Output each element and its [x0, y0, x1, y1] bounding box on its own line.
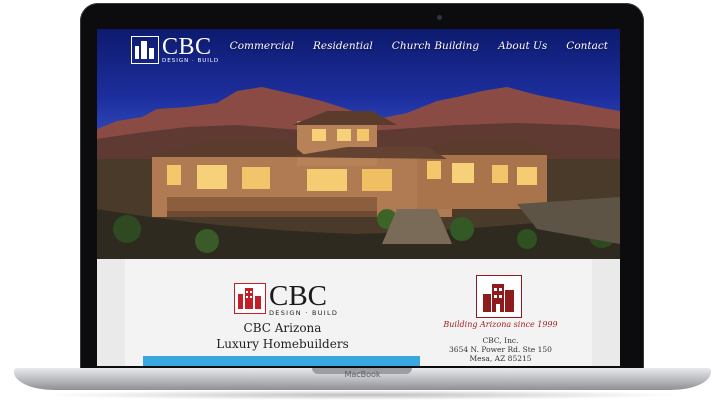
logo-text: CBC	[162, 34, 212, 60]
main-nav: Commercial Residential Church Building A…	[230, 40, 608, 52]
laptop-screen: CBC DESIGN · BUILD Commercial Residentia…	[97, 29, 620, 366]
blue-accent-bar	[143, 356, 420, 366]
building-logo-icon	[131, 36, 159, 64]
building-badge-icon	[476, 275, 522, 318]
macbook-label: MacBook	[344, 370, 381, 379]
building-logo-icon	[234, 283, 266, 314]
nav-church-building[interactable]: Church Building	[392, 40, 479, 52]
nav-about-us[interactable]: About Us	[498, 40, 547, 52]
nav-residential[interactable]: Residential	[313, 40, 373, 52]
laptop-shadow	[40, 390, 685, 400]
content-logo-tagline: DESIGN · BUILD	[269, 309, 339, 317]
address-city: Mesa, AZ 85215	[469, 354, 532, 363]
hero-banner: CBC DESIGN · BUILD Commercial Residentia…	[97, 29, 620, 259]
content-panel: CBC DESIGN · BUILD CBC Arizona Luxury Ho…	[125, 259, 592, 366]
badge-tagline: Building Arizona since 1999	[443, 320, 558, 329]
camera-icon	[437, 15, 442, 20]
nav-contact[interactable]: Contact	[566, 40, 608, 52]
content-logo: CBC DESIGN · BUILD	[234, 280, 339, 317]
address-street: 3654 N. Power Rd. Ste 150	[449, 345, 552, 354]
heading-line-1: CBC Arizona	[243, 321, 322, 335]
site-logo[interactable]: CBC DESIGN · BUILD	[131, 34, 220, 66]
heading-line-2: Luxury Homebuilders	[216, 337, 349, 351]
logo-tagline: DESIGN · BUILD	[162, 58, 220, 64]
nav-commercial[interactable]: Commercial	[230, 40, 294, 52]
content-logo-text: CBC	[269, 280, 328, 312]
address-company: CBC, Inc.	[482, 336, 519, 345]
